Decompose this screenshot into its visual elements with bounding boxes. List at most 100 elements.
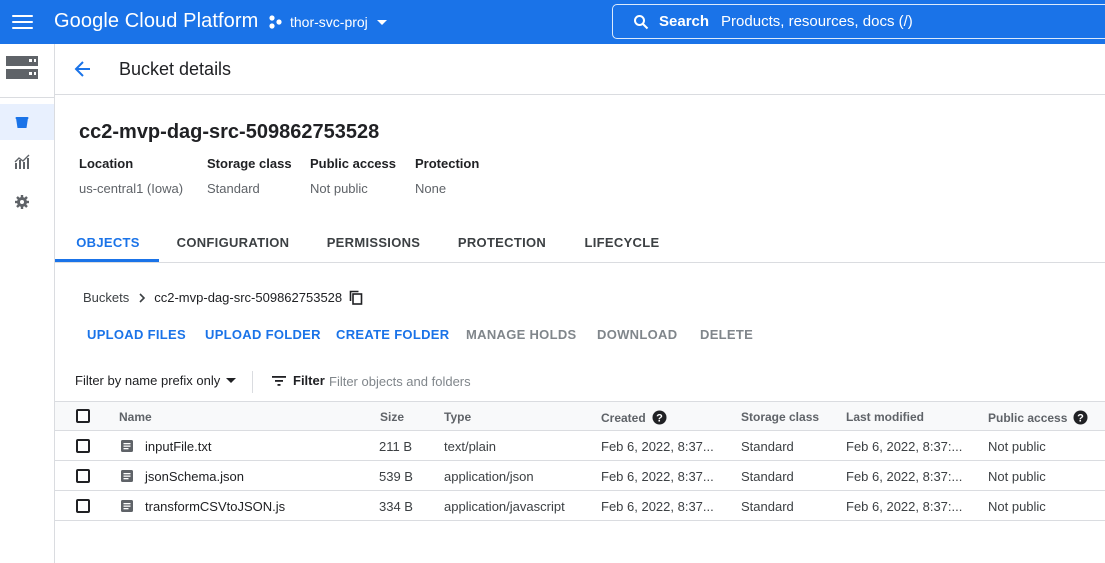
meta-label: Public access [310, 156, 396, 171]
meta-value: us-central1 (Iowa) [79, 181, 184, 196]
meta-value: Standard [207, 181, 260, 196]
column-public-access[interactable]: Public access ? [988, 410, 1088, 425]
row-checkbox[interactable] [76, 439, 90, 453]
upload-folder-button[interactable]: UPLOAD FOLDER [205, 327, 321, 342]
cell-last-modified: Feb 6, 2022, 8:37:... [846, 469, 963, 484]
tab-bar: OBJECTS CONFIGURATION PERMISSIONS PROTEC… [55, 228, 1105, 263]
cell-type: application/json [444, 469, 534, 484]
file-name-link[interactable]: transformCSVtoJSON.js [145, 499, 285, 514]
column-created[interactable]: Created ? [601, 410, 667, 425]
cell-type: application/javascript [444, 499, 565, 514]
cell-public-access: Not public [988, 439, 1046, 454]
manage-holds-button[interactable]: MANAGE HOLDS [466, 327, 577, 342]
file-icon [121, 500, 133, 512]
cell-storage-class: Standard [741, 499, 794, 514]
column-size[interactable]: Size [380, 410, 404, 424]
cell-public-access: Not public [988, 469, 1046, 484]
cell-size: 334 B [379, 499, 413, 514]
table-row: inputFile.txt 211 B text/plain Feb 6, 20… [55, 431, 1105, 461]
tab-protection[interactable]: PROTECTION [452, 228, 552, 262]
filter-mode-select[interactable]: Filter by name prefix only [75, 373, 237, 388]
search-placeholder: Products, resources, docs (/) [721, 13, 913, 30]
page-title: Bucket details [119, 59, 232, 79]
filter-icon [272, 375, 286, 386]
cell-storage-class: Standard [741, 469, 794, 484]
breadcrumb-buckets-link[interactable]: Buckets [83, 290, 129, 305]
cell-created: Feb 6, 2022, 8:37... [601, 469, 714, 484]
help-icon[interactable]: ? [652, 410, 667, 425]
select-all-checkbox[interactable] [76, 409, 90, 423]
top-bar: Google Cloud Platform thor-svc-proj Sear… [0, 0, 1105, 44]
row-checkbox[interactable] [76, 499, 90, 513]
help-icon[interactable]: ? [1073, 410, 1088, 425]
project-name: thor-svc-proj [290, 14, 368, 30]
tab-objects[interactable]: OBJECTS [55, 228, 159, 262]
storage-logo-icon[interactable] [5, 54, 39, 82]
menu-icon[interactable] [12, 12, 34, 32]
row-checkbox[interactable] [76, 469, 90, 483]
file-name-link[interactable]: inputFile.txt [145, 439, 211, 454]
cell-size: 539 B [379, 469, 413, 484]
page-header: Bucket details [55, 44, 1105, 95]
filter-button-label: Filter [293, 373, 325, 388]
file-icon [121, 470, 133, 482]
svg-text:?: ? [1078, 413, 1085, 425]
filter-input[interactable] [329, 368, 829, 394]
rail-item-buckets[interactable] [0, 104, 54, 140]
table-header: Name Size Type Created ? Storage class L… [55, 401, 1105, 431]
upload-files-button[interactable]: UPLOAD FILES [87, 327, 186, 342]
cell-last-modified: Feb 6, 2022, 8:37:... [846, 439, 963, 454]
meta-label: Storage class [207, 156, 292, 171]
tab-permissions[interactable]: PERMISSIONS [321, 228, 426, 262]
left-rail [0, 44, 55, 563]
filter-mode-value: Filter by name prefix only [75, 373, 221, 388]
search-icon [634, 14, 649, 29]
cell-storage-class: Standard [741, 439, 794, 454]
meta-location: Location us-central1 (Iowa) [79, 156, 183, 196]
bucket-icon [15, 117, 29, 128]
column-type[interactable]: Type [444, 410, 471, 424]
column-storage-class[interactable]: Storage class [741, 410, 819, 424]
meta-label: Protection [415, 156, 480, 171]
copy-icon[interactable] [349, 290, 363, 305]
chevron-down-icon [376, 19, 387, 25]
cell-created: Feb 6, 2022, 8:37... [601, 439, 714, 454]
rail-item-settings[interactable] [0, 184, 54, 220]
cell-created: Feb 6, 2022, 8:37... [601, 499, 714, 514]
meta-public-access: Public access Not public [310, 156, 396, 196]
project-icon [269, 15, 282, 29]
delete-button[interactable]: DELETE [700, 327, 753, 342]
table-row: transformCSVtoJSON.js 334 B application/… [55, 491, 1105, 521]
column-name[interactable]: Name [119, 410, 152, 424]
meta-value: None [415, 181, 447, 196]
filter-divider [252, 371, 253, 393]
filter-row: Filter by name prefix only Filter [55, 362, 1105, 402]
tab-configuration[interactable]: CONFIGURATION [173, 228, 293, 262]
meta-protection: Protection None [415, 156, 479, 196]
column-created-label: Created [601, 410, 646, 425]
filter-button[interactable]: Filter [271, 373, 325, 388]
cell-public-access: Not public [988, 499, 1046, 514]
svg-text:?: ? [656, 413, 663, 425]
download-button[interactable]: DOWNLOAD [597, 327, 677, 342]
column-last-modified[interactable]: Last modified [846, 410, 924, 424]
back-arrow-icon[interactable] [73, 59, 93, 79]
meta-label: Location [79, 156, 134, 171]
cell-type: text/plain [444, 439, 497, 454]
bucket-name: cc2-mvp-dag-src-509862753528 [79, 121, 380, 143]
meta-value: Not public [310, 181, 368, 196]
rail-divider [0, 97, 54, 98]
chevron-right-icon [139, 292, 146, 303]
rail-item-monitoring[interactable] [0, 144, 54, 180]
tab-lifecycle[interactable]: LIFECYCLE [581, 228, 663, 262]
create-folder-button[interactable]: CREATE FOLDER [336, 327, 449, 342]
project-selector[interactable]: thor-svc-proj [268, 11, 387, 33]
breadcrumb: Buckets cc2-mvp-dag-src-509862753528 [83, 290, 363, 305]
file-icon [121, 440, 133, 452]
breadcrumb-current: cc2-mvp-dag-src-509862753528 [154, 290, 343, 305]
brand-title[interactable]: Google Cloud Platform [54, 10, 258, 33]
settings-icon [15, 195, 29, 209]
file-name-link[interactable]: jsonSchema.json [145, 469, 244, 484]
cell-last-modified: Feb 6, 2022, 8:37:... [846, 499, 963, 514]
search-bar[interactable]: Search Products, resources, docs (/) [612, 4, 1105, 39]
